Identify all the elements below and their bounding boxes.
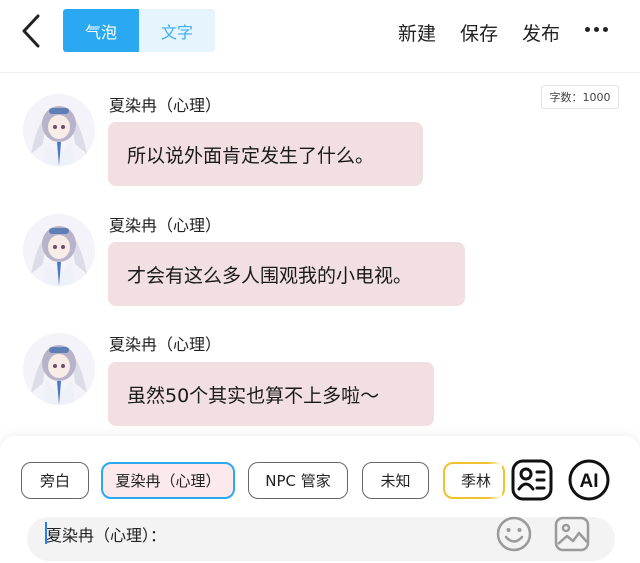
top-bar: 气泡 文字 新建 保存 发布 [0, 0, 640, 72]
speaker-name: 夏染冉（心理） [109, 335, 222, 354]
back-button[interactable] [18, 14, 48, 48]
emoji-button[interactable] [495, 515, 533, 557]
tab-bubble[interactable]: 气泡 [63, 9, 139, 52]
chevron-left-icon [22, 14, 40, 48]
publish-button[interactable]: 发布 [522, 19, 560, 46]
ai-icon: AI [568, 459, 610, 501]
ai-button[interactable]: AI [567, 458, 611, 506]
image-button[interactable] [553, 515, 591, 557]
avatar[interactable] [23, 214, 95, 286]
speaker-name: 夏染冉（心理） [109, 216, 222, 235]
text-cursor [45, 522, 47, 544]
message-bubble[interactable]: 所以说外面肯定发生了什么。 [108, 122, 423, 186]
header-divider [0, 72, 640, 73]
more-dots-icon[interactable] [585, 27, 608, 32]
avatar[interactable] [23, 333, 95, 405]
character-avatar-image [23, 214, 95, 286]
new-button[interactable]: 新建 [398, 19, 436, 46]
image-icon [554, 516, 590, 552]
character-chip-narrator[interactable]: 旁白 [21, 462, 89, 499]
message-input-text: 夏染冉（心理）： [46, 526, 167, 545]
mode-switch: 气泡 文字 [63, 9, 215, 52]
message-bubble[interactable]: 虽然50个其实也算不上多啦～ [108, 362, 434, 426]
character-avatar-image [23, 94, 95, 166]
character-chip-xia[interactable]: 夏染冉（心理） [101, 462, 235, 499]
character-chip-unknown[interactable]: 未知 [362, 462, 429, 499]
smiley-icon [496, 516, 532, 552]
character-card-icon [511, 459, 553, 501]
tab-text[interactable]: 文字 [139, 9, 215, 52]
avatar[interactable] [23, 94, 95, 166]
ai-icon-label: AI [580, 471, 599, 492]
word-count-badge: 字数：1000 [541, 85, 619, 109]
speaker-name: 夏染冉（心理） [109, 96, 222, 115]
chip-scroll-fade [488, 458, 502, 504]
character-card-button[interactable] [510, 458, 554, 506]
character-avatar-image [23, 333, 95, 405]
message-bubble[interactable]: 才会有这么多人围观我的小电视。 [108, 242, 465, 306]
save-button[interactable]: 保存 [460, 19, 498, 46]
character-chip-npc[interactable]: NPC 管家 [248, 462, 348, 499]
